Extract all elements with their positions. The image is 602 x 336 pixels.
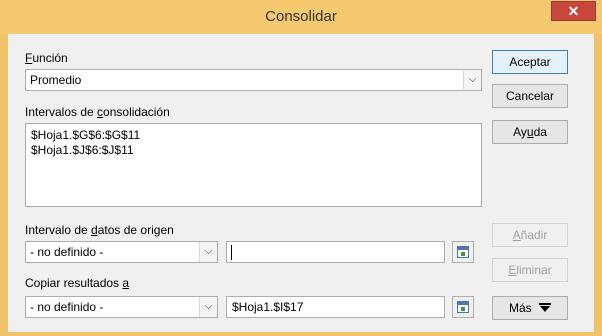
mas-label: Más [508,301,532,315]
dialog-title: Consolidar [265,8,337,25]
origen-select-value: - no definido - [30,245,104,259]
double-chevron-down-icon [539,303,551,313]
dialog-window: Consolidar ✕ Función Promedio ⌵ Interval… [0,0,602,336]
chevron-down-icon[interactable]: ⌵ [199,297,217,317]
copiar-label: Copiar resultados a [25,276,130,290]
chevron-down-icon[interactable]: ⌵ [199,242,217,262]
title-bar: Consolidar ✕ [0,0,602,34]
list-item[interactable]: $Hoja1.$J$6:$J$11 [31,143,134,157]
anadir-button[interactable]: Añadir [492,223,568,247]
aceptar-button[interactable]: Aceptar [492,50,568,74]
intervalos-label: Intervalos de consolidación [25,105,170,119]
funcion-select[interactable]: Promedio ⌵ [25,69,482,91]
ayuda-button[interactable]: Ayuda [492,120,568,144]
list-item[interactable]: $Hoja1.$G$6:$G$11 [31,128,140,142]
copiar-select[interactable]: - no definido - ⌵ [25,296,218,318]
funcion-label: Función [25,51,68,65]
origen-input[interactable] [226,241,445,263]
origen-label: Intervalo de datos de origen [25,223,174,237]
cancelar-button[interactable]: Cancelar [492,84,568,108]
copiar-shrink-button[interactable] [452,296,474,318]
origen-shrink-button[interactable] [452,241,474,263]
chevron-down-icon[interactable]: ⌵ [463,70,481,90]
text-caret [231,245,232,260]
dialog-body: Función Promedio ⌵ Intervalos de consoli… [8,34,594,332]
mas-button[interactable]: Más [492,296,568,320]
eliminar-button[interactable]: Eliminar [492,258,568,282]
shrink-dialog-icon [457,301,469,313]
copiar-select-value: - no definido - [30,300,104,314]
copiar-input-value: $Hoja1.$I$17 [232,300,304,314]
close-button[interactable]: ✕ [551,1,596,21]
origen-select[interactable]: - no definido - ⌵ [25,241,218,263]
copiar-input[interactable]: $Hoja1.$I$17 [226,296,445,318]
funcion-value: Promedio [30,73,82,87]
shrink-dialog-icon [457,246,469,258]
intervalos-list[interactable]: $Hoja1.$G$6:$G$11 $Hoja1.$J$6:$J$11 [25,123,482,207]
